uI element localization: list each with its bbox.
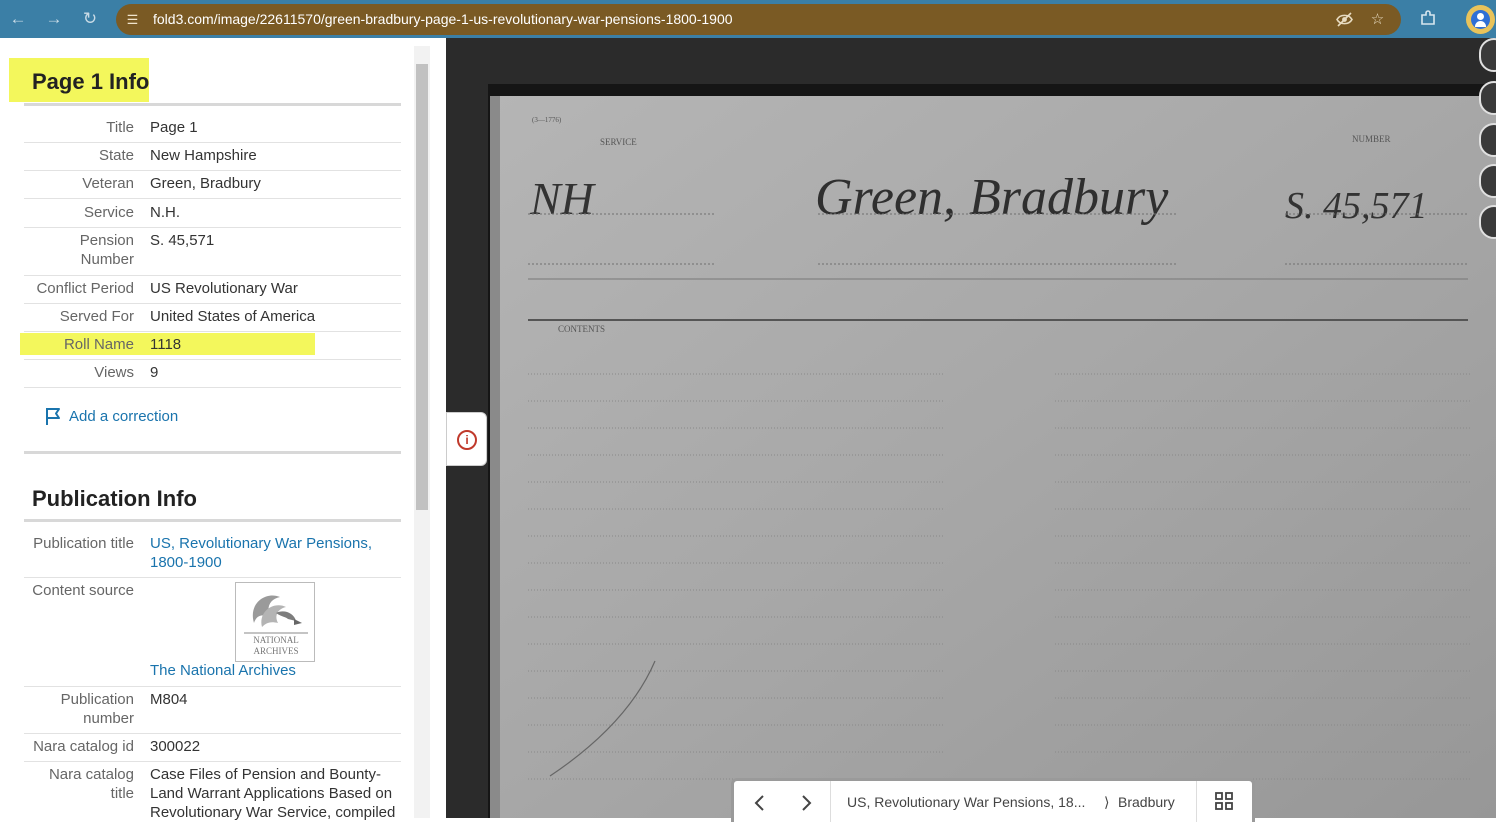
field-label: Conflict Period xyxy=(36,280,134,297)
chevron-right-icon xyxy=(802,795,812,811)
correction-label[interactable]: Add a correction xyxy=(69,408,178,425)
address-bar[interactable]: ☰ fold3.com/image/22611570/green-bradbur… xyxy=(116,4,1401,35)
field-value: Page 1 xyxy=(150,119,198,136)
field-value: Green, Bradbury xyxy=(150,175,261,192)
bookmark-star-icon[interactable]: ☆ xyxy=(1368,10,1387,29)
row-divider xyxy=(24,331,401,332)
content-source-link[interactable]: The National Archives xyxy=(150,661,400,680)
contents-label: CONTENTS xyxy=(558,324,605,334)
logo-text-line2: ARCHIVES xyxy=(253,646,298,656)
breadcrumb-separator: ⟩ xyxy=(1104,794,1110,810)
field-label: Publication number xyxy=(60,691,134,727)
url-text[interactable]: fold3.com/image/22611570/green-bradbury-… xyxy=(153,11,733,27)
field-value: S. 45,571 xyxy=(150,232,215,249)
page-info-heading: Page 1 Info xyxy=(32,69,150,94)
publication-title-link[interactable]: US, Revolutionary War Pensions, 1800-190… xyxy=(150,534,380,572)
field-value: M804 xyxy=(150,691,188,708)
document-scan: (3—1776) SERVICE NUMBER CONTENTS NH Gree… xyxy=(490,96,1496,818)
divider xyxy=(24,451,401,454)
row-divider xyxy=(24,227,401,228)
info-toggle-button[interactable]: i xyxy=(446,412,487,466)
field-label: Publication title xyxy=(33,535,134,552)
field-label: Nara catalog id xyxy=(33,738,134,755)
publication-info-heading: Publication Info xyxy=(32,486,197,511)
previous-page-button[interactable] xyxy=(748,791,772,815)
extensions-icon[interactable] xyxy=(1418,9,1438,29)
field-value: 9 xyxy=(150,364,159,381)
form-code: (3—1776) xyxy=(532,116,562,124)
field-value: New Hampshire xyxy=(150,147,257,164)
field-label: Served For xyxy=(59,308,134,325)
row-divider xyxy=(24,577,401,578)
field-value: 1118 xyxy=(150,336,182,353)
field-label: Views xyxy=(94,364,134,381)
row-divider xyxy=(24,387,401,388)
grid-view-button[interactable] xyxy=(1212,791,1236,815)
site-settings-icon[interactable]: ☰ xyxy=(124,11,141,28)
panel-scrollbar[interactable] xyxy=(414,46,430,818)
field-label: Veteran xyxy=(82,175,134,192)
field-label: Pension Number xyxy=(79,232,134,268)
grid-icon xyxy=(1215,792,1233,810)
row-divider xyxy=(24,359,401,360)
viewer-nav-bar: US, Revolutionary War Pensions, 18... ⟩ … xyxy=(731,778,1255,822)
national-archives-logo[interactable]: NATIONAL ARCHIVES xyxy=(235,582,315,662)
handwritten-number: S. 45,571 xyxy=(1285,185,1428,227)
document-image[interactable]: (3—1776) SERVICE NUMBER CONTENTS NH Gree… xyxy=(490,96,1496,818)
info-icon: i xyxy=(457,430,477,450)
number-label: NUMBER xyxy=(1352,134,1391,144)
row-divider xyxy=(24,275,401,276)
row-divider xyxy=(24,170,401,171)
field-value: 300022 xyxy=(150,738,201,755)
row-divider xyxy=(24,142,401,143)
field-label: Content source xyxy=(32,582,134,599)
back-arrow-icon[interactable]: ← xyxy=(8,9,28,29)
field-label: Roll Name xyxy=(63,336,134,353)
handwritten-name: Green, Bradbury xyxy=(815,169,1169,226)
field-value: Case Files of Pension and Bounty-Land Wa… xyxy=(150,766,396,821)
row-divider xyxy=(24,686,401,687)
chevron-left-icon xyxy=(754,795,764,811)
flag-icon xyxy=(46,408,60,425)
eye-off-icon[interactable] xyxy=(1335,10,1354,29)
field-label: Service xyxy=(83,204,134,221)
logo-text-line1: NATIONAL xyxy=(253,635,299,645)
field-label: Nara catalog title xyxy=(48,766,134,802)
divider xyxy=(1196,781,1197,822)
scrollbar-thumb[interactable] xyxy=(416,64,428,510)
field-value: United States of America xyxy=(150,308,316,325)
row-divider xyxy=(24,761,401,762)
breadcrumb-name[interactable]: Bradbury xyxy=(1118,794,1175,810)
row-divider xyxy=(24,733,401,734)
browser-toolbar: ← → ↻ ☰ fold3.com/image/22611570/green-b… xyxy=(0,0,1496,38)
row-divider xyxy=(24,303,401,304)
service-label: SERVICE xyxy=(600,137,637,147)
next-page-button[interactable] xyxy=(794,791,818,815)
breadcrumb-collection[interactable]: US, Revolutionary War Pensions, 18... xyxy=(847,794,1085,810)
field-label: State xyxy=(98,147,134,164)
divider xyxy=(24,103,401,106)
handwritten-service: NH xyxy=(529,173,597,224)
add-correction-link[interactable]: Add a correction xyxy=(44,405,178,427)
field-value: N.H. xyxy=(150,204,180,221)
field-value: US Revolutionary War xyxy=(150,280,298,297)
forward-arrow-icon[interactable]: → xyxy=(44,9,64,29)
divider xyxy=(830,781,831,822)
profile-avatar-icon[interactable] xyxy=(1466,5,1495,34)
field-label: Title xyxy=(106,119,134,136)
row-divider xyxy=(24,198,401,199)
divider xyxy=(24,519,401,522)
reload-icon[interactable]: ↻ xyxy=(80,9,100,29)
